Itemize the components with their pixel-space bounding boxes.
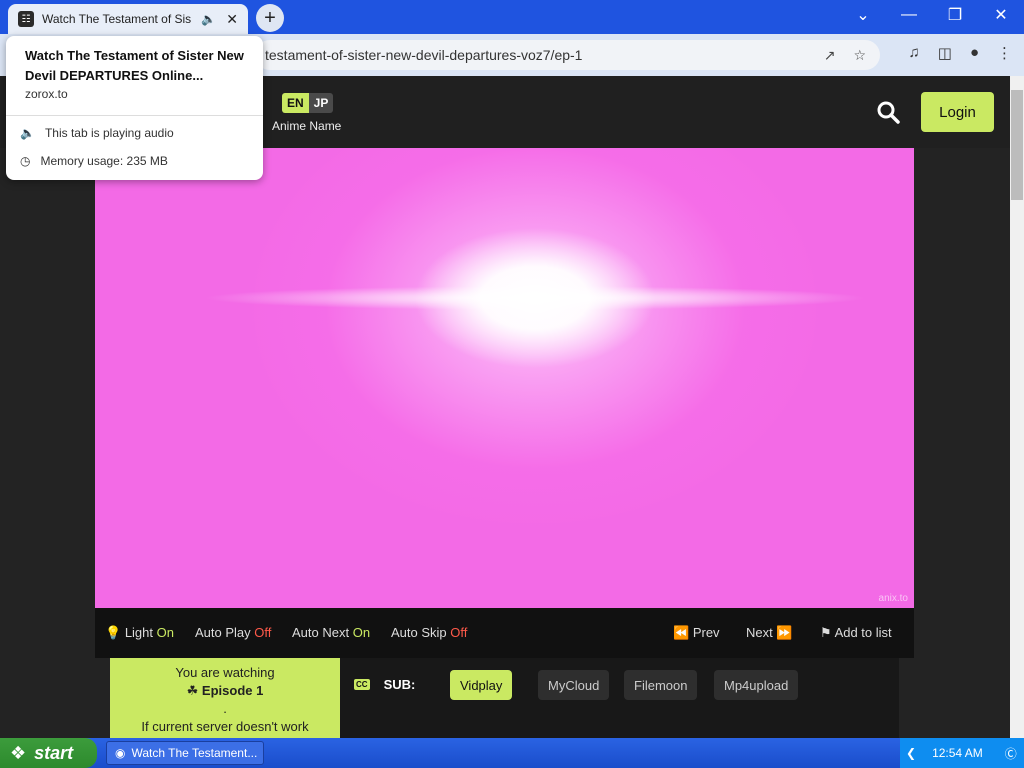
browser-tab[interactable]: ☷ Watch The Testament of Sist 🔈 ✕ <box>8 4 248 34</box>
server-filemoon-button[interactable]: Filemoon <box>624 670 698 700</box>
prev-button[interactable]: ⏪ Prev <box>673 625 720 641</box>
server-mp4upload-button[interactable]: Mp4upload <box>714 670 799 700</box>
rewind-icon: ⏪ <box>673 625 690 640</box>
search-icon[interactable] <box>876 100 900 124</box>
hovercard-memory-row: ◷ Memory usage: 235 MB <box>20 154 168 168</box>
anime-name-label: Anime Name <box>272 119 342 133</box>
light-state: On <box>156 625 174 640</box>
add-to-list-label: Add to list <box>834 625 892 640</box>
autoskip-state: Off <box>450 625 468 640</box>
windows-logo-icon: ❖ <box>10 742 27 763</box>
taskbar-chrome-item[interactable]: ◉ Watch The Testament... <box>106 741 264 765</box>
share-icon[interactable]: ↗ <box>824 47 836 64</box>
bulb-icon: 💡 <box>105 625 122 640</box>
player-controls: 💡 Light On Auto Play Off Auto Next On Au… <box>95 608 914 658</box>
bookmark-icon: ⚑ <box>820 625 832 640</box>
page-scrollbar[interactable] <box>1010 76 1024 738</box>
autoplay-toggle[interactable]: Auto Play Off <box>195 625 271 640</box>
close-tab-icon[interactable]: ✕ <box>226 11 238 28</box>
cc-icon: CC <box>354 679 370 690</box>
address-bar[interactable]: testament-of-sister-new-devil-departures… <box>255 40 880 70</box>
media-control-icon[interactable]: ♫ <box>909 44 920 62</box>
tab-search-icon[interactable]: ⌄ <box>840 0 886 30</box>
login-button[interactable]: Login <box>921 92 994 132</box>
sub-label: SUB: <box>383 677 416 692</box>
server-mycloud-button[interactable]: MyCloud <box>538 670 610 700</box>
hovercard-host: zorox.to <box>25 87 68 101</box>
watching-label: You are watching <box>175 665 275 680</box>
episode-icon: ☘ <box>186 683 199 698</box>
episode-label: Episode 1 <box>201 683 264 698</box>
autoskip-toggle[interactable]: Auto Skip Off <box>391 625 467 640</box>
add-to-list-button[interactable]: ⚑ Add to list <box>820 625 892 641</box>
gauge-icon: ◷ <box>20 154 31 168</box>
new-tab-button[interactable]: + <box>256 4 284 32</box>
prev-label: Prev <box>692 625 720 640</box>
autoplay-state: Off <box>254 625 272 640</box>
ie-icon[interactable]: Ⓒ <box>1005 745 1017 762</box>
autonext-toggle[interactable]: Auto Next On <box>292 625 370 640</box>
system-tray: ❮ 12:54 AM Ⓒ <box>900 738 1024 768</box>
close-window-button[interactable]: ✕ <box>978 0 1024 30</box>
url-text: testament-of-sister-new-devil-departures… <box>265 47 583 63</box>
speaker-icon[interactable]: 🔈 <box>201 12 216 26</box>
next-button[interactable]: Next ⏩ <box>746 625 793 641</box>
next-label: Next <box>746 625 773 640</box>
hovercard-title: Watch The Testament of Sister New Devil … <box>25 48 244 83</box>
server-panel: You are watching ☘ Episode 1 . If curren… <box>110 658 899 738</box>
start-button[interactable]: ❖ start <box>0 738 97 768</box>
autoplay-label: Auto Play <box>195 625 251 640</box>
speaker-icon: 🔈 <box>20 126 35 140</box>
browser-titlebar: ☷ Watch The Testament of Sist 🔈 ✕ + ⌄ — … <box>0 0 1024 34</box>
restore-button[interactable]: ❐ <box>932 0 978 30</box>
memory-text: Memory usage: 235 MB <box>40 154 168 168</box>
light-toggle[interactable]: 💡 Light On <box>105 625 174 641</box>
site-favicon-icon: ☷ <box>18 11 34 27</box>
clock: 12:54 AM <box>932 746 983 760</box>
lang-jp[interactable]: JP <box>308 93 334 113</box>
server-note: If current server doesn't work <box>141 719 309 734</box>
hovercard-divider <box>6 115 263 116</box>
start-label: start <box>34 742 74 763</box>
menu-kebab-icon[interactable]: ⋮ <box>997 44 1012 62</box>
windows-taskbar: ❖ start ◉ Watch The Testament... ❮ 12:54… <box>0 738 1024 768</box>
server-vidplay-button[interactable]: Vidplay <box>450 670 513 700</box>
hovercard-audio-row: 🔈 This tab is playing audio <box>20 126 174 140</box>
bookmark-star-icon[interactable]: ☆ <box>853 47 866 64</box>
profile-icon[interactable]: ● <box>970 44 979 62</box>
audio-text: This tab is playing audio <box>44 126 174 140</box>
dot-text: . <box>223 701 227 716</box>
language-toggle[interactable]: EN JP <box>282 93 334 113</box>
chrome-icon: ◉ <box>115 746 126 760</box>
tab-hover-card: Watch The Testament of Sister New Devil … <box>6 36 263 180</box>
scrollbar-thumb[interactable] <box>1011 90 1023 200</box>
light-label: Light <box>124 625 154 640</box>
minimize-button[interactable]: — <box>886 0 932 30</box>
video-player[interactable]: anix.to <box>95 148 914 608</box>
lang-en[interactable]: EN <box>282 93 309 113</box>
tab-title: Watch The Testament of Sist <box>42 12 192 26</box>
page-content: anix.to 💡 Light On Auto Play Off Auto Ne… <box>0 148 1010 738</box>
now-watching-box: You are watching ☘ Episode 1 . If curren… <box>110 658 340 738</box>
sub-label-group: CC SUB: <box>354 677 415 692</box>
autoskip-label: Auto Skip <box>391 625 447 640</box>
autonext-state: On <box>352 625 371 640</box>
autonext-label: Auto Next <box>292 625 350 640</box>
fast-forward-icon: ⏩ <box>776 625 793 640</box>
player-watermark: anix.to <box>878 593 908 604</box>
taskbar-item-label: Watch The Testament... <box>131 746 258 760</box>
side-panel-icon[interactable]: ◫ <box>938 44 952 62</box>
tray-expand-icon[interactable]: ❮ <box>906 746 916 760</box>
